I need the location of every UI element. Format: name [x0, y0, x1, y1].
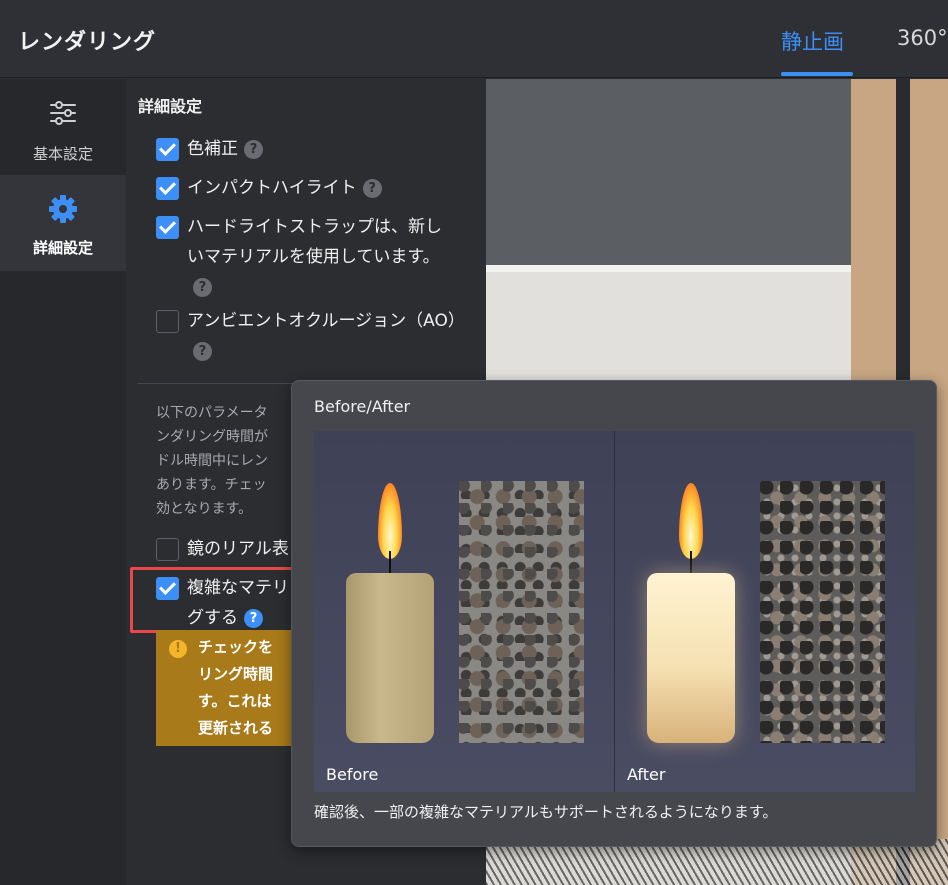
gear-icon: [49, 195, 77, 223]
candle-flame: [378, 483, 402, 559]
checkbox-ambient-occlusion[interactable]: [156, 310, 179, 333]
stone-panel-before: [459, 481, 584, 743]
active-tab-indicator: [781, 72, 853, 76]
stone-panel-after: [760, 481, 885, 743]
help-icon[interactable]: ?: [193, 341, 212, 361]
option-color-correction[interactable]: 色補正?: [156, 137, 457, 164]
candle-before: [346, 573, 434, 743]
checkbox-impact-highlight[interactable]: [156, 177, 179, 200]
help-icon[interactable]: ?: [244, 139, 263, 159]
app-header: レンダリング 静止画 360°: [0, 0, 948, 78]
tooltip-caption: 確認後、一部の複雑なマテリアルもサポートされるようになります。: [314, 803, 778, 821]
warning-text: チェックを リング時間 す。これは 更新される: [198, 638, 274, 737]
option-label: 鏡のリアル表: [187, 539, 289, 559]
option-impact-highlight[interactable]: インパクトハイライト?: [156, 176, 457, 203]
nav-advanced-settings-label: 詳細設定: [32, 239, 93, 257]
option-label: アンビエントオクルージョン（AO）: [187, 311, 465, 331]
comparison-image: Before After: [314, 431, 915, 792]
checkbox-hard-light-strap[interactable]: [156, 216, 179, 239]
help-icon[interactable]: ?: [362, 178, 382, 198]
before-label: Before: [326, 765, 379, 784]
section-title: 詳細設定: [138, 97, 203, 116]
checkbox-color-correction[interactable]: [156, 138, 179, 161]
page-title: レンダリング: [18, 30, 157, 55]
candle-flame: [679, 483, 703, 559]
candle-after: [647, 573, 735, 743]
before-pane: Before: [314, 431, 614, 792]
tab-still-image[interactable]: 静止画: [781, 26, 844, 56]
option-ambient-occlusion[interactable]: アンビエントオクルージョン（AO）?: [156, 309, 465, 366]
option-hard-light-strap[interactable]: ハードライトストラップは、新しいマテリアルを使用しています。?: [156, 215, 457, 302]
warning-banner: ! チェックを リング時間 す。これは 更新される: [156, 630, 291, 746]
help-icon[interactable]: ?: [193, 277, 212, 297]
nav-basic-settings-label: 基本設定: [32, 145, 93, 163]
nav-advanced-settings[interactable]: 詳細設定: [0, 175, 126, 271]
sliders-icon: [50, 101, 76, 125]
option-label: 色補正: [187, 139, 238, 159]
checkbox-realistic-mirror[interactable]: [156, 538, 179, 561]
before-after-tooltip: Before/After Before After 確認後、一部の複雑なマテリア…: [291, 380, 937, 847]
after-label: After: [627, 765, 666, 784]
scene-wall: [486, 79, 851, 265]
after-pane: After: [615, 431, 915, 792]
tab-360[interactable]: 360°: [897, 26, 948, 50]
option-label: ハードライトストラップは、新しいマテリアルを使用しています。: [187, 217, 442, 267]
option-label: インパクトハイライト: [187, 178, 357, 198]
side-nav: 基本設定 詳細設定: [0, 79, 126, 885]
tooltip-title: Before/After: [314, 397, 411, 416]
warning-icon: !: [169, 640, 187, 658]
nav-basic-settings[interactable]: 基本設定: [0, 79, 126, 175]
